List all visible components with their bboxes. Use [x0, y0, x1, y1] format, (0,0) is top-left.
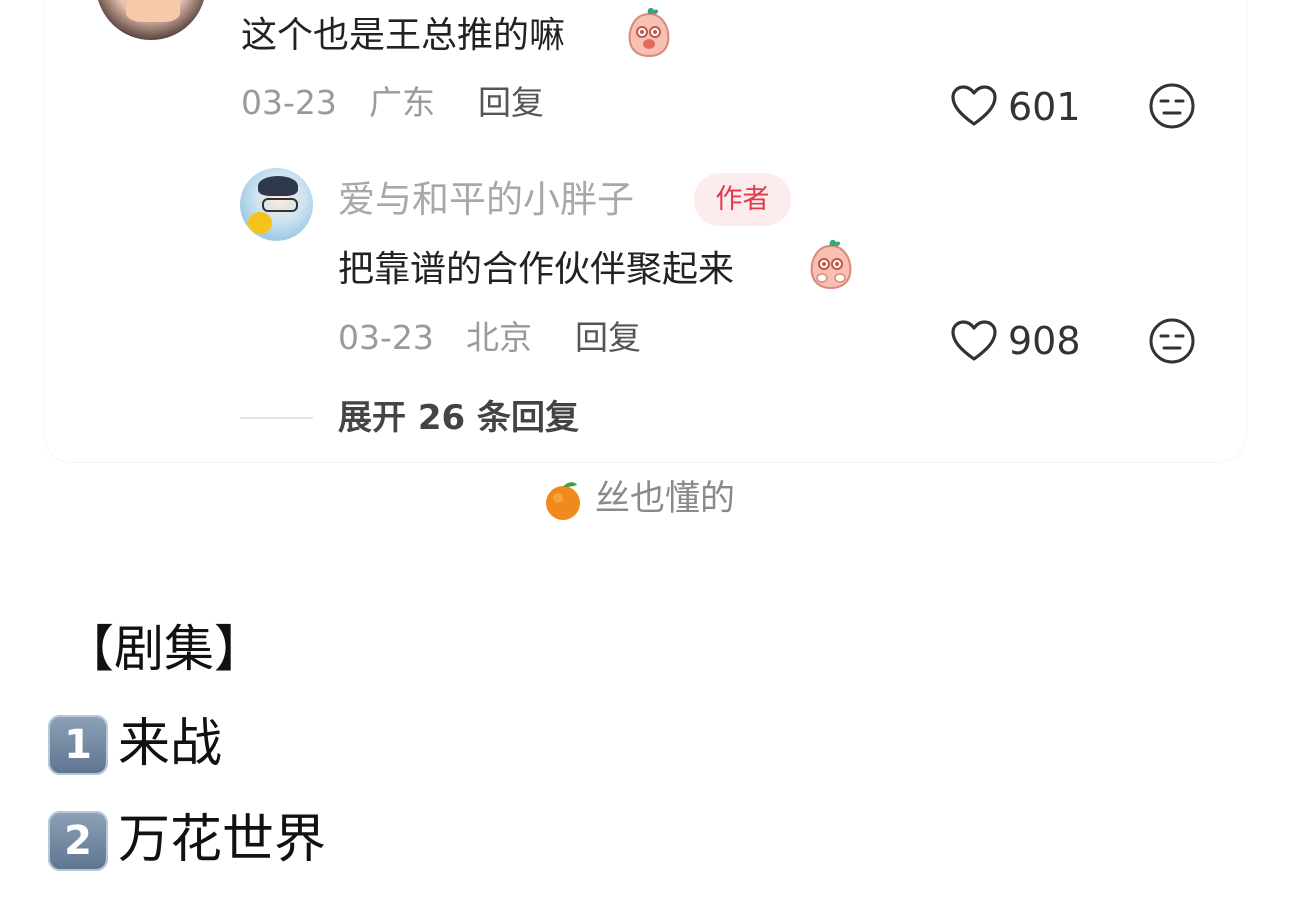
- list-item: 来战: [118, 714, 223, 774]
- peach-sticker-icon: [628, 7, 670, 58]
- tangerine-icon: [546, 482, 580, 520]
- reply-username[interactable]: 爱与和平的小胖子: [338, 181, 634, 218]
- reply-text: 把靠谱的合作伙伴聚起来: [338, 249, 735, 290]
- heart-icon[interactable]: [950, 319, 998, 363]
- keycap-1-icon: 1: [48, 715, 108, 775]
- related-search-text[interactable]: 丝也懂的: [595, 482, 735, 517]
- peach-sticker-icon: [810, 239, 852, 290]
- replier-avatar[interactable]: [240, 168, 313, 241]
- expressionless-face-icon[interactable]: [1147, 81, 1197, 131]
- reply-like-count: 908: [1008, 319, 1081, 363]
- expressionless-face-icon[interactable]: [1147, 316, 1197, 366]
- expand-replies-button[interactable]: 展开 26 条回复: [338, 401, 579, 435]
- reply-reply-button[interactable]: 回复: [575, 321, 641, 354]
- expand-divider: [240, 417, 313, 419]
- comment-date: 03-23: [241, 83, 337, 122]
- comment-text: 这个也是王总推的嘛: [241, 15, 566, 56]
- list-item: 万花世界: [118, 810, 327, 870]
- comment-reply-button[interactable]: 回复: [478, 86, 544, 119]
- reply-date: 03-23: [338, 318, 434, 357]
- heart-icon[interactable]: [950, 84, 998, 128]
- author-badge: 作者: [694, 173, 791, 226]
- comment-like-count: 601: [1008, 85, 1081, 129]
- comment-location: 广东: [369, 83, 435, 122]
- reply-location: 北京: [466, 318, 532, 357]
- section-title: 【剧集】: [64, 620, 264, 678]
- comment-card: [44, 0, 1246, 462]
- keycap-2-icon: 2: [48, 811, 108, 871]
